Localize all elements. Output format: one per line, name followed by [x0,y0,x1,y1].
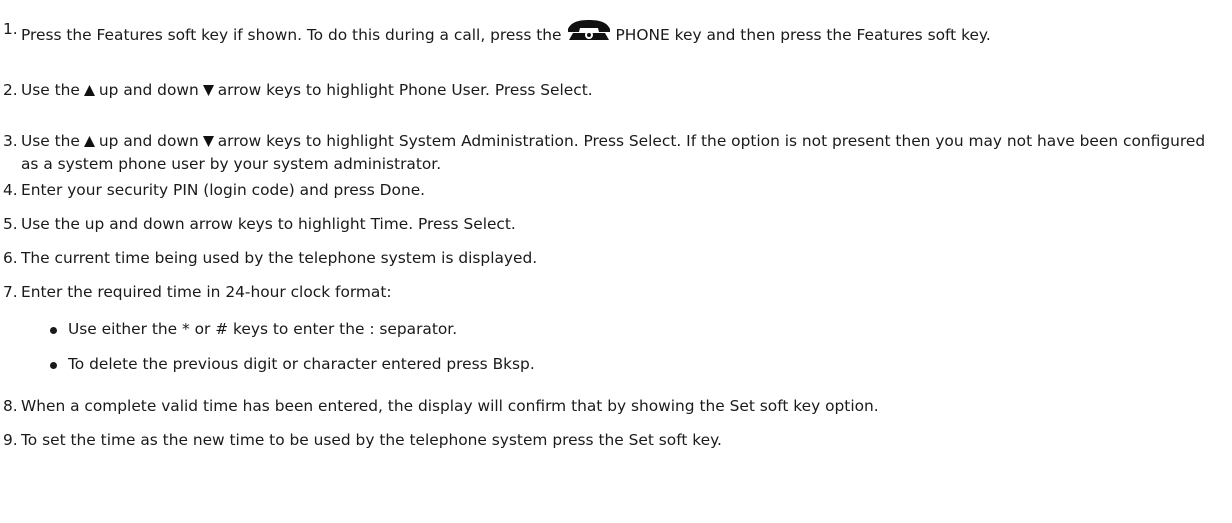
telephone-icon [565,19,613,47]
step-text: Press the Features soft key if shown. To… [21,19,1226,47]
step-number: 6. [3,249,18,267]
step-number: 4. [3,181,18,199]
step-1: 1. Press the Features soft key if shown.… [0,19,1226,47]
step-2: 2. Use the up and down arrow keys to highl… [0,80,1226,103]
step-number: 7. [3,283,18,301]
step-9: 9. To set the time as the new time to be… [0,430,1226,451]
step-text: Use the up and down arrow keys to highligh… [21,132,1206,173]
down-arrow-icon [202,133,215,154]
bullet-dot [50,362,57,369]
bullet-dot [50,327,57,334]
step-number: 8. [3,397,18,415]
step-text: To set the time as the new time to be us… [21,431,722,449]
step-text: Use the up and down arrow keys to highligh… [21,80,1226,103]
step-number: 5. [3,215,18,233]
bullet-item: To delete the previous digit or characte… [50,354,535,375]
bullet-item: Use either the * or # keys to enter the … [50,319,457,340]
step-6: 6. The current time being used by the te… [0,248,1226,269]
step-8: 8. When a complete valid time has been e… [0,396,1226,417]
step-text: The current time being used by the telep… [21,249,538,267]
step-text: Enter your security PIN (login code) and… [21,181,426,199]
up-arrow-icon [83,82,96,103]
down-arrow-icon [202,82,215,103]
instruction-document: 1. Press the Features soft key if shown.… [0,0,1232,523]
bullet-text: Use either the * or # keys to enter the … [68,320,458,338]
step-number: 1. [3,20,18,38]
bullet-text: To delete the previous digit or characte… [68,355,535,373]
step-number: 3. [3,132,18,150]
step-number: 2. [3,81,18,99]
step-7: 7. Enter the required time in 24-hour cl… [0,282,1226,303]
step-text: When a complete valid time has been ente… [21,397,879,415]
step-3: 3. Use the up and down arrow keys to highl… [0,131,1226,175]
step-4: 4. Enter your security PIN (login code) … [0,180,1226,201]
step-text: Enter the required time in 24-hour clock… [21,283,392,301]
step-5: 5. Use the up and down arrow keys to hig… [0,214,1226,235]
step-text: Use the up and down arrow keys to highli… [21,215,516,233]
up-arrow-icon [83,133,96,154]
step-number: 9. [3,431,18,449]
